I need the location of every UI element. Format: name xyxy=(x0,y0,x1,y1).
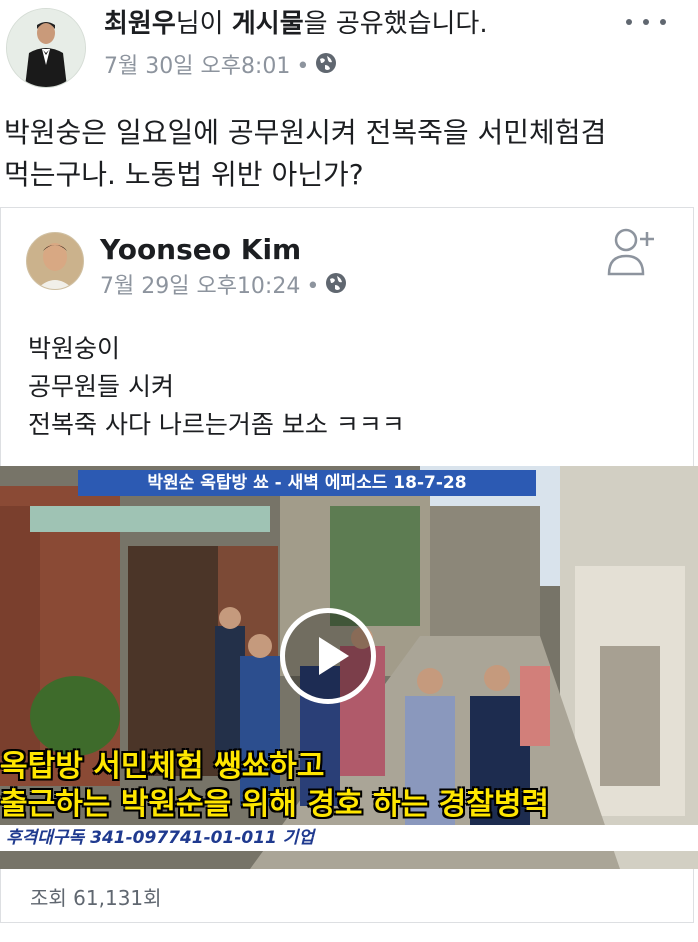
more-horizontal-icon[interactable] xyxy=(626,8,666,36)
video-thumbnail[interactable]: 박원순 옥탑방 쑈 - 새벽 에피소드 18-7-28 옥탑방 서민체험 쌩쑈하… xyxy=(0,466,698,869)
play-icon[interactable] xyxy=(280,608,376,704)
shared-post-text: 박원숭이 공무원들 시켜 전복죽 사다 나르는거좀 보소 ㅋㅋㅋ xyxy=(28,334,405,439)
meta-separator: • xyxy=(306,274,320,299)
shared-object-link[interactable]: 게시물 xyxy=(232,9,304,39)
share-text-part2: 을 공유했습니다. xyxy=(303,9,488,39)
shared-author-name[interactable]: Yoonseo Kim xyxy=(100,232,301,268)
shared-meta: 7월 29일 오후10:24 • xyxy=(100,272,347,302)
video-banner: 박원순 옥탑방 쑈 - 새벽 에피소드 18-7-28 xyxy=(78,470,536,496)
share-header-text: 최원우님이 게시물을 공유했습니다. xyxy=(104,6,488,42)
video-ticker: 후격대구독 341-097741-01-011 기업 xyxy=(0,825,698,851)
video-caption-line1: 옥탑방 서민체험 쌩쑈하고 xyxy=(0,749,325,784)
share-meta: 7월 30일 오후8:01 • xyxy=(104,52,337,82)
shared-author-avatar[interactable] xyxy=(26,232,84,290)
video-caption-line2: 출근하는 박원순을 위해 경호 하는 경찰병력 xyxy=(0,787,550,822)
sharer-name-link[interactable]: 최원우 xyxy=(104,9,176,39)
add-friend-icon[interactable] xyxy=(606,224,658,278)
view-count: 조회 61,131회 xyxy=(30,886,162,910)
globe-icon[interactable] xyxy=(315,52,337,82)
sharer-avatar[interactable] xyxy=(6,8,86,88)
meta-separator: • xyxy=(296,54,310,79)
share-text-part1: 님이 xyxy=(175,9,232,39)
globe-icon[interactable] xyxy=(325,272,347,302)
post-text: 박원숭은 일요일에 공무원시켜 전복죽을 서민체험겸 먹는구나. 노동법 위반 … xyxy=(4,116,607,191)
share-timestamp[interactable]: 7월 30일 오후8:01 xyxy=(104,53,290,81)
shared-timestamp[interactable]: 7월 29일 오후10:24 xyxy=(100,273,300,301)
